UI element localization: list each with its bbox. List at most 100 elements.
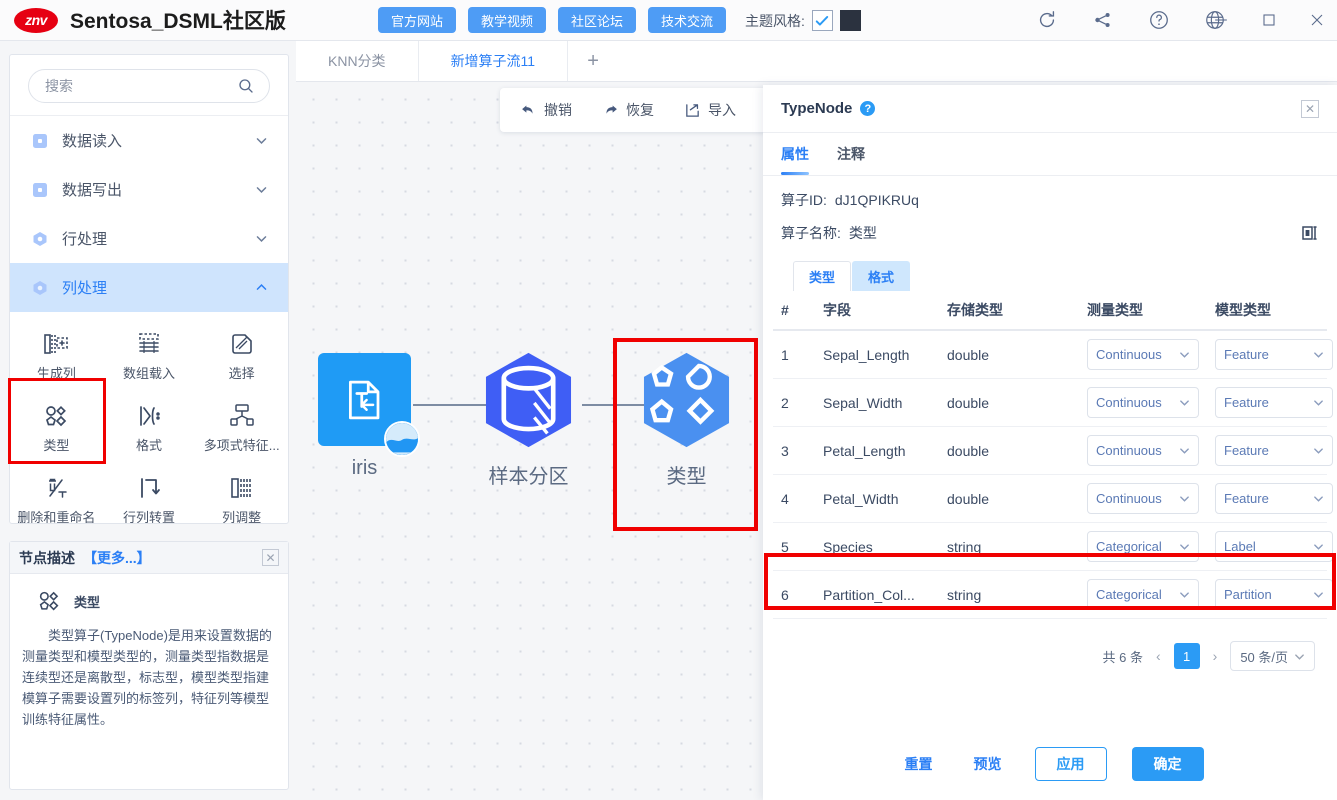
node-description-panel: 节点描述 【更多...】 ✕ 类型 类型算子(TypeNode)是用来设置数据的… [9, 541, 289, 790]
operator-name-value: 类型 [848, 225, 877, 241]
model-type-select[interactable]: Label [1215, 531, 1333, 562]
table-row[interactable]: 4 Petal_Width double Continuous Feature [773, 475, 1333, 523]
operator-label: 格式 [135, 438, 162, 453]
model-type-select[interactable]: Feature [1215, 339, 1333, 370]
theme-color-swatch[interactable] [839, 10, 861, 31]
measure-type-select[interactable]: Continuous [1087, 387, 1199, 418]
row-measure-type-cell: Categorical [1087, 531, 1215, 562]
operator-type[interactable]: 类型 [10, 392, 103, 464]
tech-exchange-button[interactable]: 技术交流 [648, 7, 727, 33]
chevron-down-icon [1180, 352, 1189, 358]
add-tab-button[interactable]: + [568, 41, 618, 81]
measure-type-select[interactable]: Continuous [1087, 483, 1199, 514]
sidebar-item-label: 列处理 [62, 280, 108, 297]
model-type-select[interactable]: Feature [1215, 387, 1333, 418]
tab-new-operator-flow[interactable]: 新增算子流11 [419, 41, 569, 81]
chevron-up-icon [256, 284, 267, 290]
canvas-node-type[interactable]: 类型 [640, 351, 733, 489]
properties-panel: TypeNode ? ✕ 属性 注释 算子ID: dJ1QPIKRUq 算子名称… [763, 85, 1337, 800]
pagination-prev[interactable]: ‹ [1154, 648, 1163, 664]
field-type-table: # 字段 存储类型 测量类型 模型类型 1 Sepal_Length doubl… [763, 291, 1337, 619]
workflow-icon[interactable] [1091, 8, 1115, 32]
measure-type-select[interactable]: Continuous [1087, 435, 1199, 466]
maximize-icon[interactable] [1257, 8, 1281, 32]
operator-delete-rename[interactable]: 删除和重命名 [10, 464, 103, 523]
canvas-node-iris[interactable]: iris [318, 353, 420, 480]
table-row[interactable]: 6 Partition_Col... string Categorical Pa… [773, 571, 1333, 619]
undo-button[interactable]: 撤销 [520, 100, 572, 120]
chevron-down-icon [1314, 400, 1323, 406]
operator-generate-column[interactable]: 生成列 [10, 320, 103, 392]
operator-name-label: 算子名称: [781, 225, 841, 241]
measure-type-value: Continuous [1096, 347, 1162, 362]
operator-format[interactable]: 格式 [103, 392, 196, 464]
measure-type-select[interactable]: Categorical [1087, 531, 1199, 562]
titlebar-tool-icons [1035, 8, 1227, 32]
table-row[interactable]: 2 Sepal_Width double Continuous Feature [773, 379, 1333, 427]
search-input[interactable] [43, 77, 237, 95]
pagination-page-1[interactable]: 1 [1173, 643, 1200, 669]
window-controls [1209, 8, 1329, 32]
model-type-select[interactable]: Feature [1215, 483, 1333, 514]
row-storage-type: double [947, 442, 990, 459]
measure-type-value: Continuous [1096, 395, 1162, 410]
app-title: Sentosa_DSML社区版 [70, 10, 286, 33]
close-icon[interactable] [1305, 8, 1329, 32]
reset-button[interactable]: 重置 [897, 748, 941, 780]
official-website-button[interactable]: 官方网站 [378, 7, 457, 33]
operator-select[interactable]: 选择 [195, 320, 288, 392]
segment-type[interactable]: 类型 [793, 261, 851, 291]
table-row[interactable]: 1 Sepal_Length double Continuous Feature [773, 331, 1333, 379]
panel-tab-bar: 属性 注释 [763, 133, 1337, 176]
canvas-node-sample-partition[interactable]: 样本分区 [482, 351, 575, 489]
panel-close-icon[interactable]: ✕ [1301, 99, 1319, 118]
operator-grid: 生成列 数组载入 选择 类型 格式 多项式特征... 删除和重命名 行列转置 列… [10, 312, 288, 523]
search-icon [239, 79, 253, 93]
search-box[interactable] [28, 69, 270, 103]
tab-properties[interactable]: 属性 [781, 133, 809, 175]
model-type-select[interactable]: Feature [1215, 435, 1333, 466]
tab-comments[interactable]: 注释 [837, 133, 865, 175]
row-storage-type: string [947, 538, 982, 555]
tab-knn-classification[interactable]: KNN分类 [296, 41, 419, 81]
help-icon[interactable]: ? [860, 101, 876, 116]
measure-type-select[interactable]: Categorical [1087, 579, 1199, 610]
node-description-node: 类型 [22, 588, 276, 614]
tutorial-video-button[interactable]: 教学视频 [468, 7, 547, 33]
model-type-select[interactable]: Partition [1215, 579, 1333, 610]
pagination-next[interactable]: › [1211, 648, 1220, 664]
table-row[interactable]: 5 Species string Categorical Label [773, 523, 1333, 571]
sidebar-item-row-processing[interactable]: 行处理 [10, 214, 288, 263]
help-circle-icon[interactable] [1147, 8, 1171, 32]
preview-button[interactable]: 预览 [966, 748, 1010, 780]
sidebar-item-data-write[interactable]: 数据写出 [10, 165, 288, 214]
refresh-icon[interactable] [1035, 8, 1059, 32]
page-size-select[interactable]: 50 条/页 [1230, 641, 1315, 671]
measure-type-select[interactable]: Continuous [1087, 339, 1199, 370]
theme-checkbox[interactable] [811, 10, 833, 31]
node-description-close-icon[interactable]: ✕ [262, 549, 279, 566]
operator-sidebar: 数据读入 数据写出 行处理 列处理 [9, 54, 289, 524]
redo-button[interactable]: 恢复 [602, 100, 654, 120]
confirm-button[interactable]: 确定 [1131, 747, 1204, 781]
import-button[interactable]: 导入 [684, 100, 736, 120]
operator-column-adjust[interactable]: 列调整 [195, 464, 288, 523]
edit-name-icon[interactable] [1301, 224, 1319, 242]
brand-logo: znv Sentosa_DSML社区版 [14, 5, 286, 35]
operator-array-load[interactable]: 数组载入 [103, 320, 196, 392]
apply-button[interactable]: 应用 [1034, 747, 1107, 781]
operator-polynomial-feature[interactable]: 多项式特征... [195, 392, 288, 464]
pagination-total: 共 6 条 [1102, 649, 1143, 665]
table-row[interactable]: 3 Petal_Length double Continuous Feature [773, 427, 1333, 475]
undo-icon [522, 105, 533, 114]
sidebar-item-column-processing[interactable]: 列处理 [10, 263, 288, 312]
chevron-down-icon [1314, 592, 1323, 598]
minimize-icon[interactable] [1209, 8, 1233, 32]
sidebar-item-label: 数据写出 [62, 182, 123, 199]
node-description-more-link[interactable]: 【更多...】 [83, 548, 151, 568]
community-forum-button[interactable]: 社区论坛 [558, 7, 637, 33]
sidebar-item-data-read[interactable]: 数据读入 [10, 116, 288, 165]
segment-format[interactable]: 格式 [852, 261, 910, 291]
operator-label: 数组载入 [122, 366, 175, 381]
operator-transpose[interactable]: 行列转置 [103, 464, 196, 523]
